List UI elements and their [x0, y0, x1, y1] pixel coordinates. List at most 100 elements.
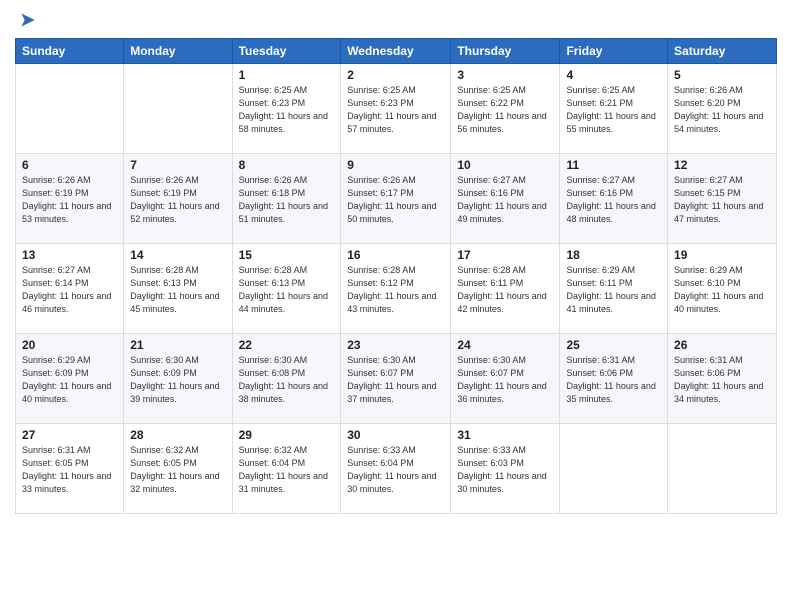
day-number: 28 [130, 428, 225, 442]
week-row-5: 27 Sunrise: 6:31 AM Sunset: 6:05 PM Dayli… [16, 424, 777, 514]
calendar-cell: 26 Sunrise: 6:31 AM Sunset: 6:06 PM Dayli… [668, 334, 777, 424]
calendar-cell: 20Sunrise: 6:29 AM Sunset: 6:09 PM Dayli… [16, 334, 124, 424]
day-info: Sunrise: 6:31 AM Sunset: 6:05 PM Dayligh… [22, 444, 117, 496]
day-info: Sunrise: 6:31 AM Sunset: 6:06 PM Dayligh… [674, 354, 770, 406]
calendar-cell: 16Sunrise: 6:28 AM Sunset: 6:12 PM Dayli… [341, 244, 451, 334]
calendar-cell [668, 424, 777, 514]
calendar-cell: 1 Sunrise: 6:25 AM Sunset: 6:23 PM Daylig… [232, 64, 341, 154]
calendar-cell: 12 Sunrise: 6:27 AM Sunset: 6:15 PM Dayli… [668, 154, 777, 244]
calendar-cell: 25 Sunrise: 6:31 AM Sunset: 6:06 PM Dayli… [560, 334, 668, 424]
calendar-cell: 10 Sunrise: 6:27 AM Sunset: 6:16 PM Dayli… [451, 154, 560, 244]
calendar-cell [124, 64, 232, 154]
day-info: Sunrise: 6:28 AM Sunset: 6:13 PM Dayligh… [130, 264, 225, 316]
calendar-cell: 2Sunrise: 6:25 AM Sunset: 6:23 PM Daylig… [341, 64, 451, 154]
day-number: 19 [674, 248, 770, 262]
calendar-cell: 30 Sunrise: 6:33 AM Sunset: 6:04 PM Dayli… [341, 424, 451, 514]
calendar-cell: 22Sunrise: 6:30 AM Sunset: 6:08 PM Dayli… [232, 334, 341, 424]
day-number: 5 [674, 68, 770, 82]
day-number: 8 [239, 158, 335, 172]
day-number: 11 [566, 158, 661, 172]
day-number: 6 [22, 158, 117, 172]
calendar-cell: 27 Sunrise: 6:31 AM Sunset: 6:05 PM Dayli… [16, 424, 124, 514]
weekday-header-thursday: Thursday [451, 39, 560, 64]
day-info: Sunrise: 6:29 AM Sunset: 6:10 PM Dayligh… [674, 264, 770, 316]
day-number: 24 [457, 338, 553, 352]
calendar-cell: 15 Sunrise: 6:28 AM Sunset: 6:13 PM Dayli… [232, 244, 341, 334]
day-number: 15 [239, 248, 335, 262]
logo-arrow-icon [18, 10, 38, 30]
week-row-2: 6 Sunrise: 6:26 AM Sunset: 6:19 PM Daylig… [16, 154, 777, 244]
calendar-cell: 19 Sunrise: 6:29 AM Sunset: 6:10 PM Dayli… [668, 244, 777, 334]
day-info: Sunrise: 6:25 AM Sunset: 6:21 PM Dayligh… [566, 84, 661, 136]
logo [15, 10, 38, 30]
day-info: Sunrise: 6:30 AM Sunset: 6:07 PM Dayligh… [347, 354, 444, 406]
calendar-cell: 8 Sunrise: 6:26 AM Sunset: 6:18 PM Daylig… [232, 154, 341, 244]
day-number: 30 [347, 428, 444, 442]
day-number: 17 [457, 248, 553, 262]
day-info: Sunrise: 6:27 AM Sunset: 6:16 PM Dayligh… [457, 174, 553, 226]
day-info: Sunrise: 6:30 AM Sunset: 6:09 PM Dayligh… [130, 354, 225, 406]
day-info: Sunrise: 6:27 AM Sunset: 6:14 PM Dayligh… [22, 264, 117, 316]
calendar-cell: 11Sunrise: 6:27 AM Sunset: 6:16 PM Dayli… [560, 154, 668, 244]
day-info: Sunrise: 6:33 AM Sunset: 6:03 PM Dayligh… [457, 444, 553, 496]
day-info: Sunrise: 6:25 AM Sunset: 6:22 PM Dayligh… [457, 84, 553, 136]
header [15, 10, 777, 30]
day-number: 14 [130, 248, 225, 262]
calendar-cell: 7 Sunrise: 6:26 AM Sunset: 6:19 PM Daylig… [124, 154, 232, 244]
day-number: 2 [347, 68, 444, 82]
weekday-header-wednesday: Wednesday [341, 39, 451, 64]
week-row-1: 1 Sunrise: 6:25 AM Sunset: 6:23 PM Daylig… [16, 64, 777, 154]
calendar-cell: 6 Sunrise: 6:26 AM Sunset: 6:19 PM Daylig… [16, 154, 124, 244]
calendar-cell: 18 Sunrise: 6:29 AM Sunset: 6:11 PM Dayli… [560, 244, 668, 334]
day-info: Sunrise: 6:29 AM Sunset: 6:11 PM Dayligh… [566, 264, 661, 316]
day-info: Sunrise: 6:26 AM Sunset: 6:18 PM Dayligh… [239, 174, 335, 226]
day-info: Sunrise: 6:32 AM Sunset: 6:05 PM Dayligh… [130, 444, 225, 496]
calendar-cell [560, 424, 668, 514]
weekday-header-row: SundayMondayTuesdayWednesdayThursdayFrid… [16, 39, 777, 64]
day-info: Sunrise: 6:30 AM Sunset: 6:07 PM Dayligh… [457, 354, 553, 406]
calendar-cell: 31 Sunrise: 6:33 AM Sunset: 6:03 PM Dayli… [451, 424, 560, 514]
day-info: Sunrise: 6:28 AM Sunset: 6:11 PM Dayligh… [457, 264, 553, 316]
weekday-header-monday: Monday [124, 39, 232, 64]
day-number: 4 [566, 68, 661, 82]
calendar-cell: 3 Sunrise: 6:25 AM Sunset: 6:22 PM Daylig… [451, 64, 560, 154]
day-info: Sunrise: 6:26 AM Sunset: 6:19 PM Dayligh… [22, 174, 117, 226]
day-number: 31 [457, 428, 553, 442]
day-number: 21 [130, 338, 225, 352]
day-number: 7 [130, 158, 225, 172]
day-number: 25 [566, 338, 661, 352]
calendar-cell: 5Sunrise: 6:26 AM Sunset: 6:20 PM Daylig… [668, 64, 777, 154]
day-info: Sunrise: 6:31 AM Sunset: 6:06 PM Dayligh… [566, 354, 661, 406]
calendar-cell: 14 Sunrise: 6:28 AM Sunset: 6:13 PM Dayli… [124, 244, 232, 334]
calendar-cell: 4 Sunrise: 6:25 AM Sunset: 6:21 PM Daylig… [560, 64, 668, 154]
day-number: 27 [22, 428, 117, 442]
day-number: 10 [457, 158, 553, 172]
week-row-3: 13Sunrise: 6:27 AM Sunset: 6:14 PM Dayli… [16, 244, 777, 334]
day-info: Sunrise: 6:33 AM Sunset: 6:04 PM Dayligh… [347, 444, 444, 496]
day-number: 16 [347, 248, 444, 262]
day-number: 26 [674, 338, 770, 352]
page: SundayMondayTuesdayWednesdayThursdayFrid… [0, 0, 792, 612]
weekday-header-saturday: Saturday [668, 39, 777, 64]
day-number: 1 [239, 68, 335, 82]
day-number: 29 [239, 428, 335, 442]
day-info: Sunrise: 6:26 AM Sunset: 6:19 PM Dayligh… [130, 174, 225, 226]
day-number: 22 [239, 338, 335, 352]
day-number: 18 [566, 248, 661, 262]
day-number: 20 [22, 338, 117, 352]
day-info: Sunrise: 6:25 AM Sunset: 6:23 PM Dayligh… [239, 84, 335, 136]
day-number: 3 [457, 68, 553, 82]
calendar-cell: 21 Sunrise: 6:30 AM Sunset: 6:09 PM Dayli… [124, 334, 232, 424]
day-info: Sunrise: 6:27 AM Sunset: 6:15 PM Dayligh… [674, 174, 770, 226]
day-number: 12 [674, 158, 770, 172]
calendar-cell: 9 Sunrise: 6:26 AM Sunset: 6:17 PM Daylig… [341, 154, 451, 244]
calendar-cell: 24 Sunrise: 6:30 AM Sunset: 6:07 PM Dayli… [451, 334, 560, 424]
calendar-cell: 28 Sunrise: 6:32 AM Sunset: 6:05 PM Dayli… [124, 424, 232, 514]
week-row-4: 20Sunrise: 6:29 AM Sunset: 6:09 PM Dayli… [16, 334, 777, 424]
weekday-header-tuesday: Tuesday [232, 39, 341, 64]
day-info: Sunrise: 6:28 AM Sunset: 6:13 PM Dayligh… [239, 264, 335, 316]
day-info: Sunrise: 6:26 AM Sunset: 6:17 PM Dayligh… [347, 174, 444, 226]
day-number: 9 [347, 158, 444, 172]
calendar-cell: 23Sunrise: 6:30 AM Sunset: 6:07 PM Dayli… [341, 334, 451, 424]
calendar-cell: 17 Sunrise: 6:28 AM Sunset: 6:11 PM Dayli… [451, 244, 560, 334]
